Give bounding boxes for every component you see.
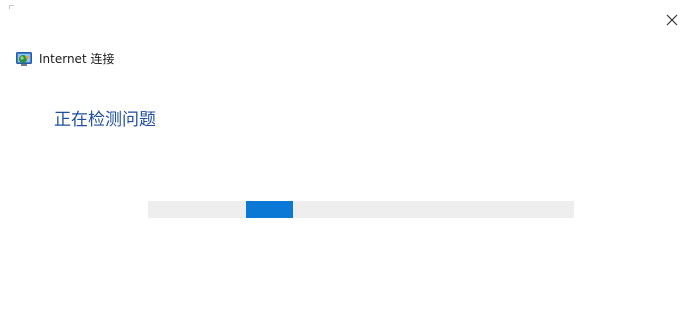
close-button[interactable] [658,6,685,33]
status-heading: 正在检测问题 [54,110,156,130]
progress-indicator [246,201,293,218]
window-title-row: Internet 连接 [16,50,114,68]
close-icon [666,14,678,26]
window-title: Internet 连接 [39,52,115,66]
troubleshooter-window: Internet 连接 正在检测问题 [0,0,685,322]
internet-connection-icon [16,51,32,67]
window-corner-mark [9,5,14,9]
progress-bar [148,201,574,218]
